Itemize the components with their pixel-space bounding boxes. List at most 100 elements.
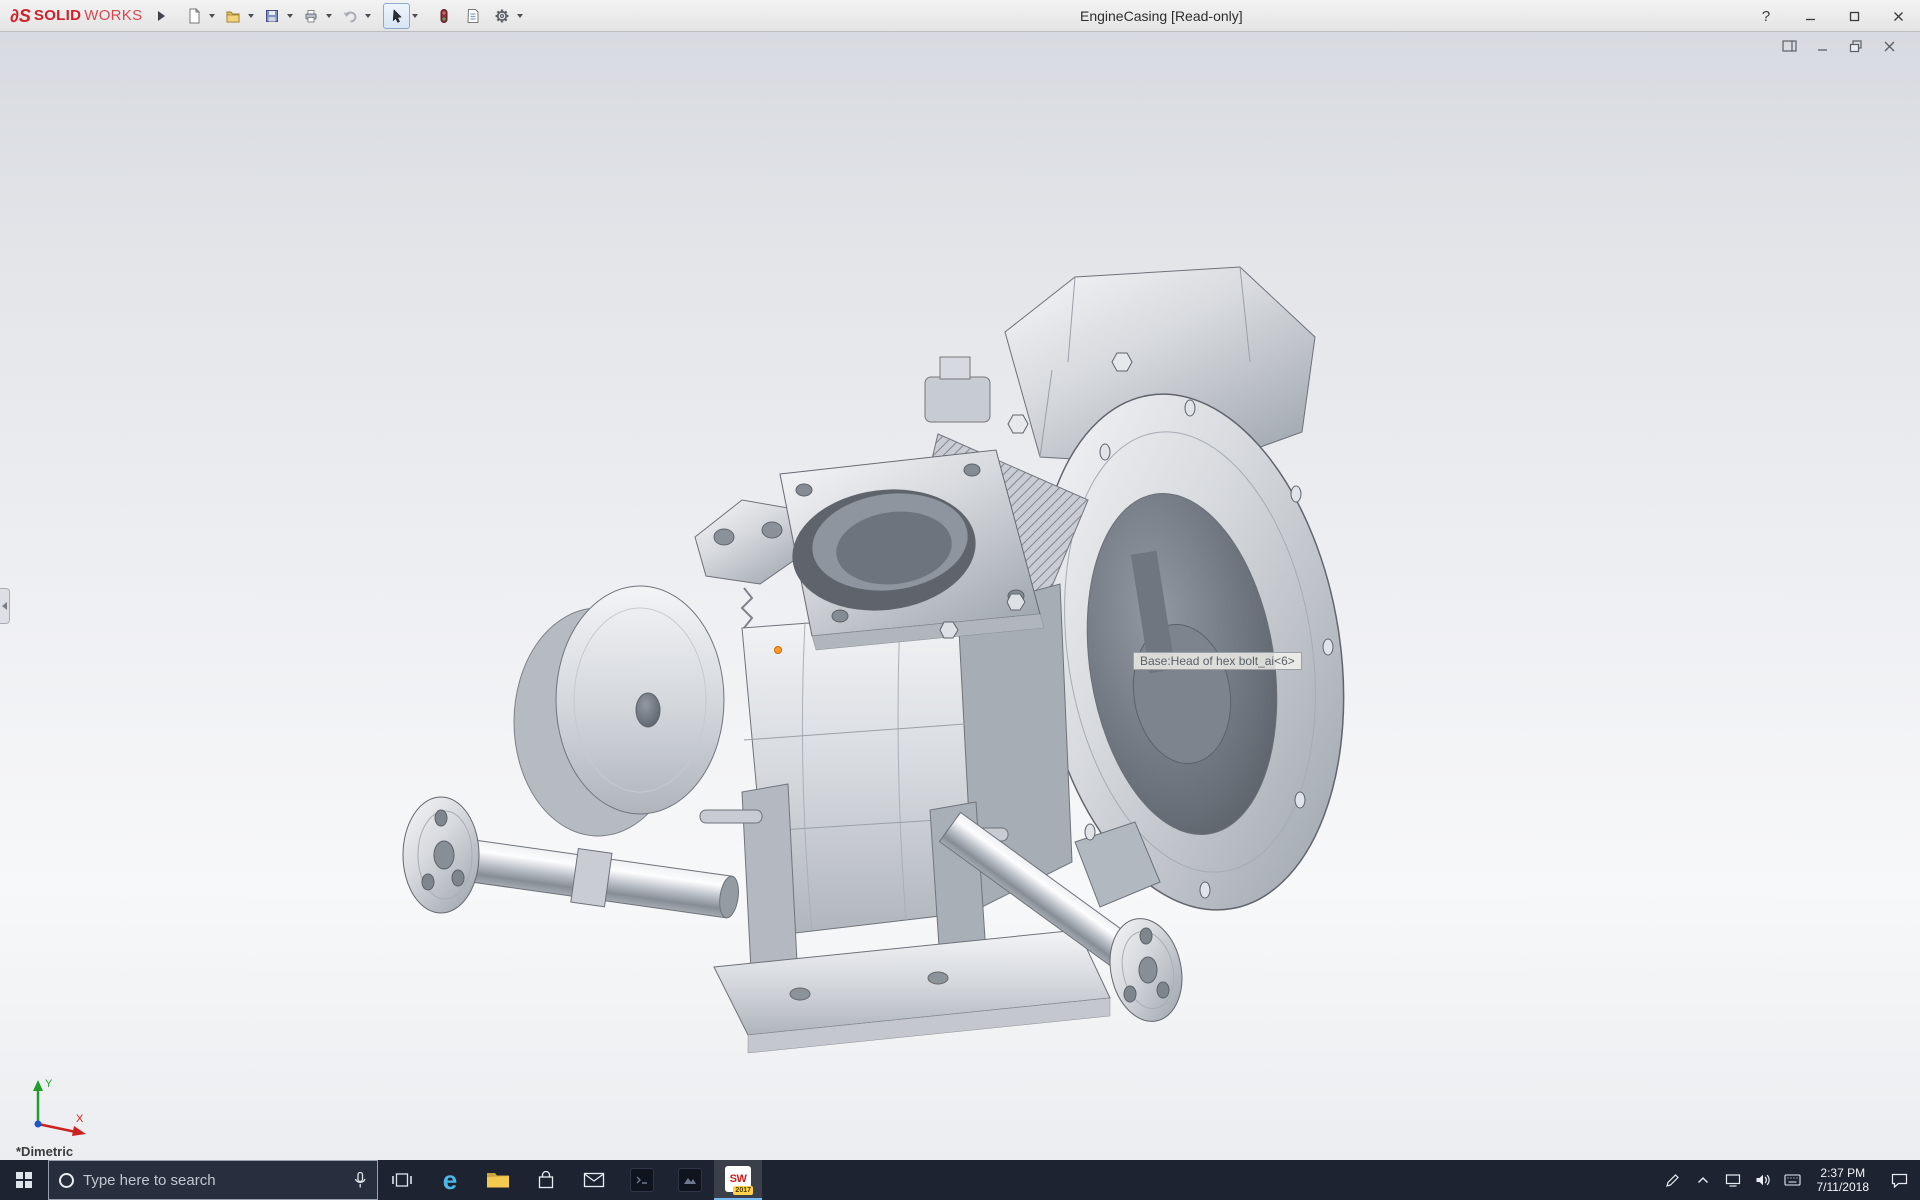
- solidworks-app-label: SW: [730, 1173, 747, 1185]
- doc-pane-button[interactable]: [1781, 39, 1799, 54]
- model-left-cover-disc[interactable]: [514, 586, 724, 836]
- taskbar-search[interactable]: [48, 1160, 378, 1200]
- edge-button[interactable]: e: [426, 1160, 474, 1200]
- tools-group: [429, 3, 526, 29]
- solidworks-window: ∂S SOLIDWORKS: [0, 0, 1920, 1200]
- solidworks-taskbar-button[interactable]: SW 2017: [714, 1160, 762, 1200]
- save-floppy-icon: [264, 8, 280, 24]
- component-tooltip: Base:Head of hex bolt_ai<6>: [1133, 652, 1302, 670]
- task-view-button[interactable]: [378, 1160, 426, 1200]
- new-document-caret[interactable]: [209, 14, 215, 18]
- options-gear-icon: [494, 8, 510, 24]
- open-button[interactable]: [219, 3, 246, 29]
- file-explorer-button[interactable]: [474, 1160, 522, 1200]
- brand-solid-text: SOLID: [34, 7, 81, 24]
- store-button[interactable]: [522, 1160, 570, 1200]
- select-tool-caret[interactable]: [412, 14, 418, 18]
- triad-y-label: Y: [45, 1078, 53, 1090]
- undo-caret[interactable]: [365, 14, 371, 18]
- open-caret[interactable]: [248, 14, 254, 18]
- panel-collapse-tab[interactable]: [0, 588, 10, 624]
- start-button[interactable]: [0, 1160, 48, 1200]
- file-properties-button[interactable]: [459, 3, 486, 29]
- close-icon: [1893, 11, 1904, 22]
- doc-pane-icon: [1782, 40, 1798, 53]
- selection-point[interactable]: [774, 646, 782, 654]
- ds-logo-icon: ∂S: [10, 7, 31, 25]
- doc-restore-button[interactable]: [1847, 39, 1865, 54]
- save-button[interactable]: [258, 3, 285, 29]
- volume-button[interactable]: [1748, 1160, 1778, 1200]
- doc-minimize-button[interactable]: [1814, 39, 1832, 54]
- windows-logo-icon: [16, 1172, 32, 1188]
- file-explorer-icon: [486, 1170, 510, 1190]
- app-dark-1-icon: [630, 1168, 654, 1192]
- windows-ink-button[interactable]: [1658, 1160, 1688, 1200]
- network-icon: [1725, 1173, 1741, 1187]
- app-dark-2-icon: [678, 1168, 702, 1192]
- touch-keyboard-button[interactable]: [1778, 1160, 1808, 1200]
- doc-close-button[interactable]: [1880, 39, 1898, 54]
- collapse-arrow-icon: [2, 602, 7, 610]
- maximize-icon: [1849, 11, 1860, 22]
- speaker-icon: [1755, 1173, 1771, 1187]
- print-caret[interactable]: [326, 14, 332, 18]
- help-button[interactable]: ?: [1744, 0, 1788, 32]
- options-caret[interactable]: [517, 14, 523, 18]
- windows-taskbar: e: [0, 1160, 1920, 1200]
- graphics-viewport[interactable]: Base:Head of hex bolt_ai<6> Y X *Dimetri…: [0, 32, 1920, 1160]
- print-button[interactable]: [297, 3, 324, 29]
- store-bag-icon: [536, 1170, 556, 1190]
- action-center-icon: [1891, 1173, 1908, 1188]
- taskbar-clock[interactable]: 2:37 PM 7/11/2018: [1808, 1160, 1879, 1200]
- rebuild-button[interactable]: [430, 3, 457, 29]
- doc-close-icon: [1883, 40, 1896, 53]
- undo-button[interactable]: [336, 3, 363, 29]
- solidworks-logo: ∂S SOLIDWORKS: [0, 7, 148, 25]
- model-top-flange[interactable]: [780, 450, 1044, 650]
- undo-icon: [342, 8, 358, 24]
- triad-x-label: X: [76, 1113, 84, 1125]
- network-button[interactable]: [1718, 1160, 1748, 1200]
- app-dark-1-button[interactable]: [618, 1160, 666, 1200]
- pen-icon: [1665, 1173, 1680, 1188]
- menu-flyout-arrow[interactable]: [158, 11, 165, 21]
- close-button[interactable]: [1876, 0, 1920, 32]
- new-document-button[interactable]: [180, 3, 207, 29]
- clock-date: 7/11/2018: [1817, 1180, 1870, 1194]
- hidden-icons-button[interactable]: [1688, 1160, 1718, 1200]
- open-folder-icon: [225, 8, 241, 24]
- engine-casing-model[interactable]: [0, 32, 1920, 1160]
- brand-works-text: WORKS: [84, 7, 142, 24]
- new-document-icon: [186, 8, 202, 24]
- options-button[interactable]: [488, 3, 515, 29]
- system-tray: 2:37 PM 7/11/2018: [1658, 1160, 1920, 1200]
- action-center-button[interactable]: [1878, 1160, 1920, 1200]
- file-properties-icon: [465, 8, 481, 24]
- chevron-up-icon: [1697, 1176, 1709, 1184]
- doc-minimize-icon: [1816, 40, 1830, 53]
- search-input[interactable]: [83, 1172, 344, 1189]
- minimize-icon: [1805, 11, 1816, 22]
- microphone-icon[interactable]: [353, 1171, 367, 1189]
- view-orientation-label: *Dimetric: [16, 1144, 73, 1159]
- keyboard-icon: [1784, 1174, 1801, 1186]
- cortana-icon: [59, 1173, 74, 1188]
- task-view-icon: [392, 1171, 412, 1189]
- select-cursor-icon: [389, 8, 405, 24]
- mail-button[interactable]: [570, 1160, 618, 1200]
- mail-icon: [583, 1172, 605, 1188]
- app-dark-2-button[interactable]: [666, 1160, 714, 1200]
- solidworks-app-year: 2017: [733, 1186, 753, 1195]
- minimize-button[interactable]: [1788, 0, 1832, 32]
- clock-time: 2:37 PM: [1817, 1166, 1870, 1180]
- save-caret[interactable]: [287, 14, 293, 18]
- select-tool-button[interactable]: [383, 3, 410, 29]
- maximize-button[interactable]: [1832, 0, 1876, 32]
- quick-access-toolbar: [179, 3, 374, 29]
- solidworks-app-icon: SW 2017: [725, 1166, 751, 1192]
- orientation-triad: Y X: [12, 1072, 96, 1144]
- window-controls: ?: [1744, 0, 1920, 32]
- window-title: EngineCasing [Read-only]: [1080, 0, 1243, 32]
- rebuild-icon: [436, 8, 452, 24]
